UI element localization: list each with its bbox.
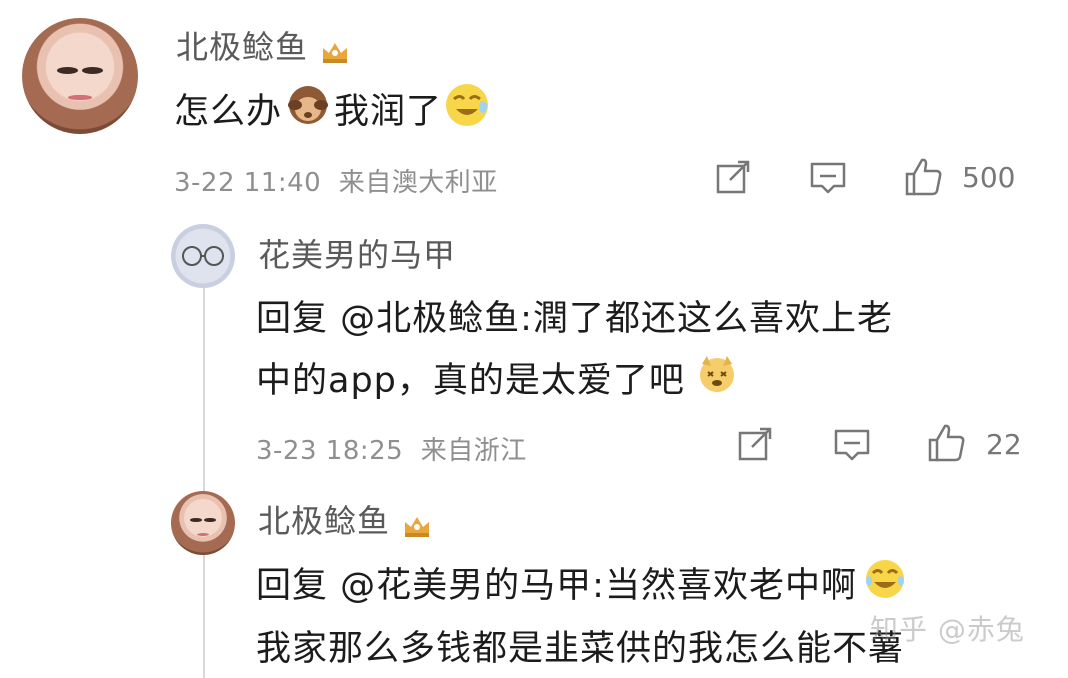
reply-text-line: 回复 @花美男的马甲:当然喜欢老中啊 — [256, 557, 907, 614]
comment-text: 怎么办 我润了 — [174, 83, 492, 142]
watermark: 知乎 @赤兔 — [870, 613, 1025, 646]
username-label[interactable]: 北极鲶鱼 — [258, 502, 390, 540]
reply-text-line: 中的app，真的是太爱了吧 — [256, 352, 739, 409]
mention-link[interactable]: @北极鲶鱼 — [340, 299, 520, 339]
avatar[interactable] — [171, 224, 235, 288]
comment-date: 3-22 11:40 — [174, 168, 322, 198]
glasses-icon — [182, 246, 224, 266]
username[interactable]: 北极鲶鱼 — [176, 22, 350, 68]
comment-icon[interactable] — [808, 158, 848, 198]
crown-icon — [320, 34, 350, 63]
laughing-emoji-icon — [863, 557, 907, 610]
comment-location: 来自澳大利亚 — [338, 168, 498, 198]
like-icon[interactable] — [926, 422, 966, 462]
comment-meta: 3-23 18:25 来自浙江 — [256, 430, 527, 467]
reply-text: :当然喜欢老中啊 — [592, 566, 857, 606]
avatar[interactable] — [22, 18, 138, 134]
comment-date: 3-23 18:25 — [256, 436, 404, 466]
reply-text: 中的app，真的是太爱了吧 — [256, 361, 685, 401]
comment-text-part: 怎么办 — [174, 92, 283, 132]
username[interactable]: 花美男的马甲 — [258, 230, 456, 276]
thread-line — [203, 288, 205, 678]
share-icon[interactable] — [714, 158, 754, 198]
comment-text-part: 我润了 — [334, 92, 443, 132]
reply-text: :潤了都还这么喜欢上老 — [520, 299, 893, 339]
crown-icon — [402, 508, 432, 537]
reply-prefix: 回复 — [256, 566, 329, 606]
comment-icon[interactable] — [832, 425, 872, 465]
reply-text: 我家那么多钱都是韭菜供的我怎么能不薯 — [256, 629, 905, 669]
reply-text-line: 回复 @北极鲶鱼:潤了都还这么喜欢上老 — [256, 290, 893, 341]
username[interactable]: 北极鲶鱼 — [258, 496, 432, 542]
mention-link[interactable]: @花美男的马甲 — [340, 566, 592, 606]
reply-prefix: 回复 — [256, 299, 329, 339]
dog-emoji-icon — [695, 352, 739, 405]
username-label[interactable]: 花美男的马甲 — [258, 236, 456, 274]
like-icon[interactable] — [903, 156, 943, 196]
reply-text-line: 我家那么多钱都是韭菜供的我怎么能不薯 — [256, 620, 904, 671]
comment-location: 来自浙江 — [420, 436, 527, 466]
like-count: 500 — [962, 161, 1016, 194]
comment-meta: 3-22 11:40 来自澳大利亚 — [174, 162, 498, 199]
username-label[interactable]: 北极鲶鱼 — [176, 28, 308, 66]
share-icon[interactable] — [736, 425, 776, 465]
laughing-emoji-icon — [442, 81, 492, 138]
like-count: 22 — [986, 428, 1022, 461]
avatar[interactable] — [171, 491, 235, 555]
monkey-emoji-icon — [282, 83, 334, 136]
